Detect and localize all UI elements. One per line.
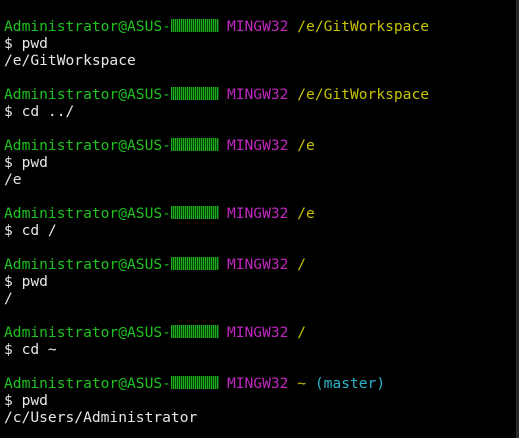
prompt-system: MINGW32 bbox=[226, 256, 289, 273]
prompt-user: Administrator@ASUS- bbox=[4, 324, 171, 341]
prompt-path: /e bbox=[297, 205, 315, 222]
hostname-garbled bbox=[170, 325, 219, 338]
command-line: $ pwd bbox=[4, 35, 48, 52]
hostname-garbled bbox=[170, 376, 219, 389]
prompt-line: Administrator@ASUS- MINGW32 / bbox=[4, 324, 519, 341]
command-output: /c/Users/Administrator bbox=[4, 409, 198, 426]
prompt-line: Administrator@ASUS- MINGW32 /e/GitWorkspa… bbox=[4, 86, 519, 103]
prompt-path: /e bbox=[297, 137, 315, 154]
prompt-user: Administrator@ASUS- bbox=[4, 18, 171, 35]
prompt-user: Administrator@ASUS- bbox=[4, 375, 171, 392]
hostname-garbled bbox=[170, 257, 219, 270]
prompt-line: Administrator@ASUS- MINGW32 /e bbox=[4, 137, 519, 154]
prompt-system: MINGW32 bbox=[226, 324, 289, 341]
prompt-path: /e/GitWorkspace bbox=[297, 86, 430, 103]
command-line: $ pwd bbox=[4, 392, 48, 409]
prompt-system: MINGW32 bbox=[226, 137, 289, 154]
git-branch: (master) bbox=[314, 375, 386, 392]
hostname-garbled bbox=[170, 206, 219, 219]
prompt-user: Administrator@ASUS- bbox=[4, 205, 171, 222]
prompt-line: Administrator@ASUS- MINGW32 /e/GitWorkspa… bbox=[4, 18, 519, 35]
prompt-path: / bbox=[297, 324, 307, 341]
prompt-path: / bbox=[297, 256, 307, 273]
command-output: /e bbox=[4, 171, 22, 188]
hostname-garbled bbox=[170, 19, 219, 32]
prompt-system: MINGW32 bbox=[226, 375, 289, 392]
prompt-path: ~ bbox=[297, 375, 307, 392]
command-output: / bbox=[4, 290, 13, 307]
command-line: $ pwd bbox=[4, 154, 48, 171]
prompt-user: Administrator@ASUS- bbox=[4, 137, 171, 154]
prompt-user: Administrator@ASUS- bbox=[4, 86, 171, 103]
command-line: $ cd ../ bbox=[4, 103, 75, 120]
prompt-system: MINGW32 bbox=[226, 205, 289, 222]
prompt-system: MINGW32 bbox=[226, 18, 289, 35]
prompt-user: Administrator@ASUS- bbox=[4, 256, 171, 273]
command-line: $ pwd bbox=[4, 273, 48, 290]
prompt-system: MINGW32 bbox=[226, 86, 289, 103]
prompt-line: Administrator@ASUS- MINGW32 / bbox=[4, 256, 519, 273]
command-output: /e/GitWorkspace bbox=[4, 52, 136, 69]
prompt-line: Administrator@ASUS- MINGW32 ~ (master) bbox=[4, 375, 519, 392]
terminal-window[interactable]: Administrator@ASUS- MINGW32 /e/GitWorkspa… bbox=[0, 0, 519, 438]
command-line: $ cd / bbox=[4, 222, 57, 239]
hostname-garbled bbox=[170, 87, 219, 100]
prompt-path: /e/GitWorkspace bbox=[297, 18, 430, 35]
prompt-line: Administrator@ASUS- MINGW32 /e bbox=[4, 205, 519, 222]
command-line: $ cd ~ bbox=[4, 341, 57, 358]
hostname-garbled bbox=[170, 138, 219, 151]
